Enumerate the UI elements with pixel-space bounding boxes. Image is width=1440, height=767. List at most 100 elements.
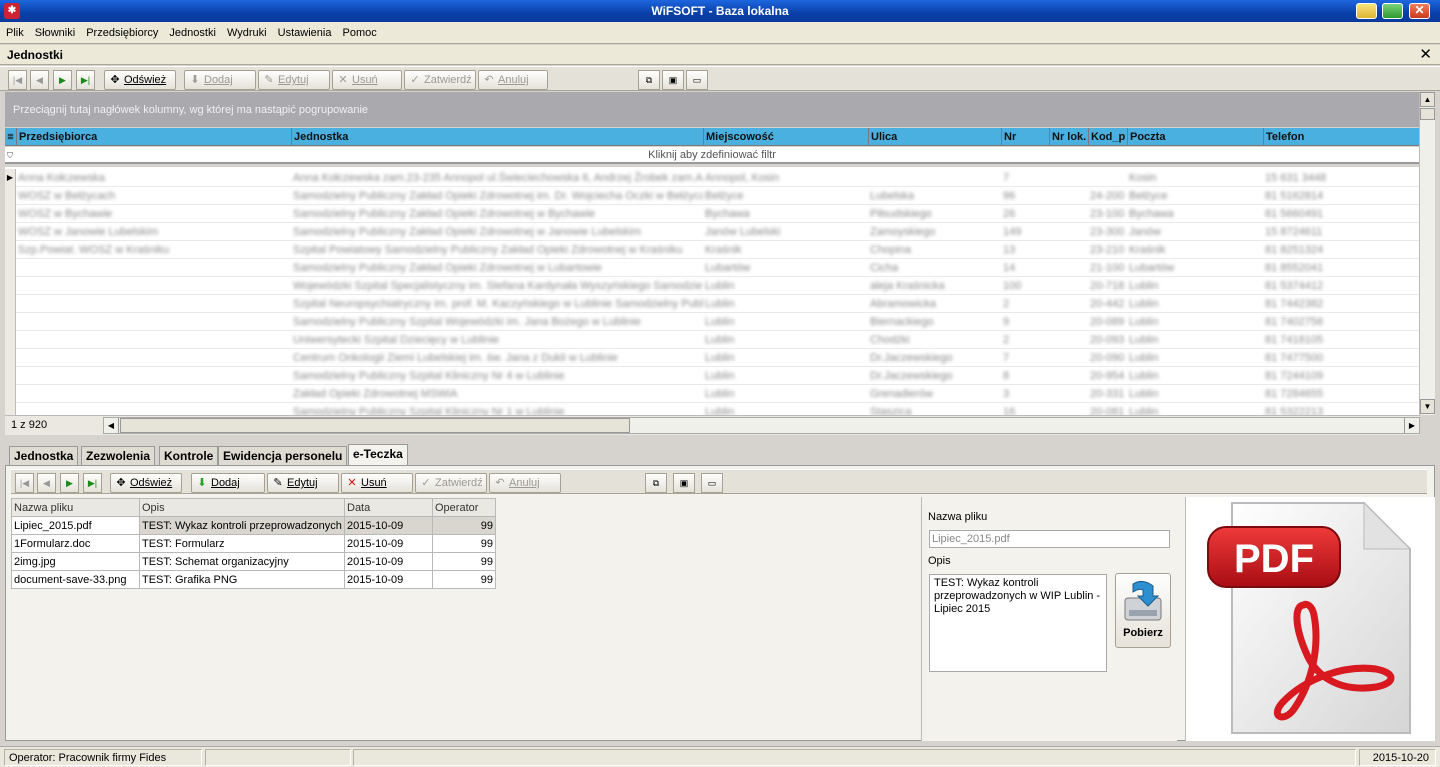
row-indicator[interactable] xyxy=(5,277,16,295)
column-header[interactable]: Kod_p xyxy=(1088,128,1127,146)
cancel-button[interactable]: ↶ Anuluj xyxy=(478,70,548,90)
row-indicator[interactable] xyxy=(5,349,16,367)
confirm-attachment-button[interactable]: ✓ Zatwierdź xyxy=(415,473,487,493)
table-row[interactable]: WOSZ w Bełżycach Samodzielny Publiczny Za… xyxy=(5,187,1419,205)
first-record-button[interactable]: |◀ xyxy=(8,70,27,90)
menu-ustawienia[interactable]: Ustawienia xyxy=(274,22,336,44)
tab-jednostka[interactable]: Jednostka xyxy=(9,446,79,465)
prev-attachment-button[interactable]: ◀ xyxy=(37,473,56,493)
column-header[interactable]: Nr xyxy=(1001,128,1049,146)
column-header[interactable]: Ulica xyxy=(868,128,1001,146)
tab-kontrole[interactable]: Kontrole xyxy=(159,446,219,465)
scroll-thumb[interactable] xyxy=(1420,108,1435,120)
add-button[interactable]: ⬇ Dodaj xyxy=(184,70,256,90)
row-indicator[interactable] xyxy=(5,313,16,331)
download-button[interactable]: Pobierz xyxy=(1115,573,1171,648)
row-indicator[interactable] xyxy=(5,205,16,223)
minimize-button[interactable] xyxy=(1356,3,1377,19)
close-window-button[interactable]: ✕ xyxy=(1409,3,1430,19)
table-row[interactable]: Szpital Neuropsychiatryczny im. prof. M.… xyxy=(5,295,1419,313)
table-row[interactable]: Szp.Powiat. WOSZ w Kraśniku Szpital Powia… xyxy=(5,241,1419,259)
attachment-row[interactable]: Lipiec_2015.pdf TEST: Wykaz kontroli prz… xyxy=(11,516,496,535)
table-row[interactable]: Samodzielny Publiczny Szpital Kliniczny … xyxy=(5,403,1419,415)
confirm-button[interactable]: ✓ Zatwierdź xyxy=(404,70,476,90)
cascade-view-icon[interactable]: ⧉ xyxy=(645,473,667,493)
row-indicator[interactable] xyxy=(5,403,16,415)
filename-field[interactable] xyxy=(929,530,1170,548)
column-chooser-icon[interactable]: ≣ xyxy=(5,128,16,146)
single-view-icon[interactable]: ▣ xyxy=(662,70,684,90)
window-view-icon[interactable]: ▭ xyxy=(686,70,708,90)
att-column-header[interactable]: Opis xyxy=(139,498,345,517)
tab-ewidencja-personelu[interactable]: Ewidencja personelu xyxy=(218,446,348,465)
next-attachment-button[interactable]: ▶ xyxy=(60,473,79,493)
scroll-left-icon[interactable]: ◀ xyxy=(104,418,119,433)
table-row[interactable]: Samodzielny Publiczny Szpital Wojewódzki… xyxy=(5,313,1419,331)
table-row[interactable]: Zakład Opieki Zdrowotnej MSWiA Lublin Gren… xyxy=(5,385,1419,403)
hscroll-thumb[interactable] xyxy=(120,418,630,433)
column-header[interactable]: Jednostka xyxy=(291,128,703,146)
first-attachment-button[interactable]: |◀ xyxy=(15,473,34,493)
single-view-icon[interactable]: ▣ xyxy=(673,473,695,493)
delete-button[interactable]: ✕ Usuń xyxy=(332,70,402,90)
column-header[interactable]: Miejscowość xyxy=(703,128,868,146)
maximize-button[interactable] xyxy=(1382,3,1403,19)
table-row[interactable]: Uniwersytecki Szpital Dziecięcy w Lublin… xyxy=(5,331,1419,349)
filter-row[interactable]: ⛉ Kliknij aby zdefiniować filtr xyxy=(5,147,1419,164)
description-field[interactable]: TEST: Wykaz kontroli przeprowadzonych w … xyxy=(929,574,1107,672)
last-record-button[interactable]: ▶| xyxy=(76,70,95,90)
row-indicator[interactable] xyxy=(5,367,16,385)
cascade-view-icon[interactable]: ⧉ xyxy=(638,70,660,90)
attachment-row[interactable]: document-save-33.png TEST: Grafika PNG 2… xyxy=(11,570,496,589)
cancel-attachment-button[interactable]: ↶ Anuluj xyxy=(489,473,561,493)
delete-attachment-button[interactable]: ✕ Usuń xyxy=(341,473,413,493)
table-row[interactable]: ▶ Anna Kołczewska Anna Kołczewska zam.23-2… xyxy=(5,169,1419,187)
menu-slowniki[interactable]: Słowniki xyxy=(31,22,79,44)
table-row[interactable]: Centrum Onkologii Ziemi Lubelskiej im. ś… xyxy=(5,349,1419,367)
row-indicator[interactable] xyxy=(5,295,16,313)
refresh-button[interactable]: ✥ Odśwież xyxy=(104,70,176,90)
row-indicator[interactable] xyxy=(5,385,16,403)
att-column-header[interactable]: Operator xyxy=(432,498,496,517)
att-column-header[interactable]: Data xyxy=(344,498,433,517)
add-attachment-button[interactable]: ⬇ Dodaj xyxy=(191,473,265,493)
grid-vertical-scrollbar[interactable]: ▲ ▼ xyxy=(1419,92,1435,415)
attachment-row[interactable]: 2img.jpg TEST: Schemat organizacyjny 201… xyxy=(11,552,496,571)
refresh-attachments-button[interactable]: ✥ Odśwież xyxy=(110,473,182,493)
column-header[interactable]: Nr lok. xyxy=(1049,128,1088,146)
table-row[interactable]: WOSZ w Janowie Lubelskim Samodzielny Publ… xyxy=(5,223,1419,241)
tab-zezwolenia[interactable]: Zezwolenia xyxy=(81,446,156,465)
menu-przedsiebiorcy[interactable]: Przedsiębiorcy xyxy=(82,22,162,44)
table-row[interactable]: Wojewódzki Szpital Specjalistyczny im. S… xyxy=(5,277,1419,295)
edit-attachment-button[interactable]: ✎ Edytuj xyxy=(267,473,339,493)
window-view-icon[interactable]: ▭ xyxy=(701,473,723,493)
edit-button[interactable]: ✎ Edytuj xyxy=(258,70,330,90)
grid-horizontal-scrollbar[interactable]: ◀ ▶ xyxy=(103,417,1420,434)
table-row[interactable]: WOSZ w Bychawie Samodzielny Publiczny Zak… xyxy=(5,205,1419,223)
next-record-button[interactable]: ▶ xyxy=(53,70,72,90)
close-panel-icon[interactable]: ✕ xyxy=(1419,45,1432,65)
column-header[interactable]: Przedsiębiorca xyxy=(16,128,291,146)
scroll-up-icon[interactable]: ▲ xyxy=(1420,92,1435,107)
prev-record-button[interactable]: ◀ xyxy=(30,70,49,90)
menu-wydruki[interactable]: Wydruki xyxy=(223,22,271,44)
group-by-area[interactable]: Przeciągnij tutaj nagłówek kolumny, wg k… xyxy=(5,92,1419,127)
row-indicator[interactable] xyxy=(5,241,16,259)
scroll-right-icon[interactable]: ▶ xyxy=(1404,418,1419,433)
menu-plik[interactable]: Plik xyxy=(0,22,28,44)
last-attachment-button[interactable]: ▶| xyxy=(83,473,102,493)
scroll-down-icon[interactable]: ▼ xyxy=(1420,399,1435,414)
current-row-indicator[interactable]: ▶ xyxy=(5,169,16,187)
row-indicator[interactable] xyxy=(5,223,16,241)
att-column-header[interactable]: Nazwa pliku xyxy=(11,498,140,517)
column-header[interactable]: Telefon xyxy=(1263,128,1419,146)
row-indicator[interactable] xyxy=(5,331,16,349)
menu-pomoc[interactable]: Pomoc xyxy=(339,22,381,44)
row-indicator[interactable] xyxy=(5,187,16,205)
attachment-row[interactable]: 1Formularz.doc TEST: Formularz 2015-10-0… xyxy=(11,534,496,553)
table-row[interactable]: Samodzielny Publiczny Szpital Kliniczny … xyxy=(5,367,1419,385)
tab-e-teczka[interactable]: e-Teczka xyxy=(348,444,408,465)
column-header[interactable]: Poczta xyxy=(1127,128,1263,146)
row-indicator[interactable] xyxy=(5,259,16,277)
table-row[interactable]: Samodzielny Publiczny Zakład Opieki Zdro… xyxy=(5,259,1419,277)
